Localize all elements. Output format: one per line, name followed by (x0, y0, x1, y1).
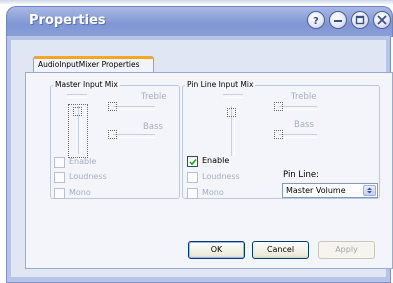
master-bass-label: Bass (143, 122, 163, 132)
master-enable-label: Enable (69, 157, 97, 166)
pin-enable-checkbox[interactable] (187, 156, 198, 167)
master-enable-checkbox[interactable] (54, 157, 65, 168)
pin-bass-label: Bass (294, 120, 314, 130)
pin-line-input-mix-group: Pin Line Input Mix Treble Bass Enable Lo… (182, 80, 380, 199)
help-button[interactable]: ? (307, 11, 325, 29)
pin-treble-label: Treble (291, 92, 317, 102)
cancel-button[interactable]: Cancel (252, 241, 309, 259)
help-icon: ? (313, 16, 319, 27)
checkmark-icon (189, 158, 197, 166)
window-frame: AudioInputMixer Properties Master Input … (6, 36, 393, 283)
tab-label: AudioInputMixer Properties (38, 60, 140, 69)
title-bar[interactable]: Properties ? (6, 6, 393, 37)
pin-group-label: Pin Line Input Mix (185, 80, 256, 89)
master-loudness-checkbox[interactable] (54, 172, 65, 183)
tab-accent (34, 56, 153, 59)
pin-line-label: Pin Line: (283, 170, 319, 180)
ok-button[interactable]: OK (188, 241, 245, 259)
master-group-label: Master Input Mix (53, 80, 120, 89)
spin-arrows-icon (367, 187, 372, 194)
master-volume-thumb[interactable] (73, 107, 82, 116)
pin-volume-thumb[interactable] (227, 108, 236, 117)
pin-line-selected-value: Master Volume (286, 186, 346, 195)
master-treble-thumb[interactable] (108, 102, 117, 111)
close-icon (377, 15, 387, 25)
svg-text:?: ? (313, 16, 319, 27)
pin-mono-label: Mono (202, 188, 224, 197)
close-button[interactable] (373, 11, 391, 29)
pin-volume-track-top (223, 94, 243, 98)
apply-button[interactable]: Apply (318, 241, 375, 259)
properties-window: Properties ? AudioInputMixer Properties … (0, 4, 393, 283)
tab-audioinputmixer-properties[interactable]: AudioInputMixer Properties (33, 56, 154, 72)
pin-treble-slider[interactable] (279, 106, 317, 110)
pin-line-dropdown-button[interactable] (363, 185, 376, 196)
property-sheet: Master Input Mix Treble Bass Enable Loud… (25, 72, 393, 269)
pin-treble-thumb[interactable] (274, 102, 283, 111)
maximize-icon (355, 15, 365, 25)
pin-enable-label: Enable (202, 156, 230, 165)
master-bass-thumb[interactable] (108, 130, 117, 139)
pin-line-select[interactable]: Master Volume (282, 183, 378, 198)
master-input-mix-group: Master Input Mix Treble Bass Enable Loud… (50, 80, 180, 199)
master-mono-label: Mono (69, 188, 91, 197)
minimize-icon (334, 20, 342, 22)
master-treble-slider[interactable] (113, 106, 155, 110)
master-mono-checkbox[interactable] (54, 188, 65, 199)
pin-loudness-label: Loudness (202, 172, 240, 181)
master-loudness-label: Loudness (69, 172, 107, 181)
pin-bass-thumb[interactable] (274, 130, 283, 139)
window-title: Properties (29, 13, 106, 28)
master-volume-track-top (67, 94, 87, 98)
master-bass-slider[interactable] (113, 134, 155, 138)
minimize-button[interactable] (329, 11, 347, 29)
pin-mono-checkbox[interactable] (187, 188, 198, 199)
master-treble-label: Treble (141, 92, 167, 102)
maximize-button[interactable] (351, 11, 369, 29)
pin-loudness-checkbox[interactable] (187, 172, 198, 183)
dialog-client-area: AudioInputMixer Properties Master Input … (11, 40, 393, 277)
pin-bass-slider[interactable] (279, 134, 317, 138)
